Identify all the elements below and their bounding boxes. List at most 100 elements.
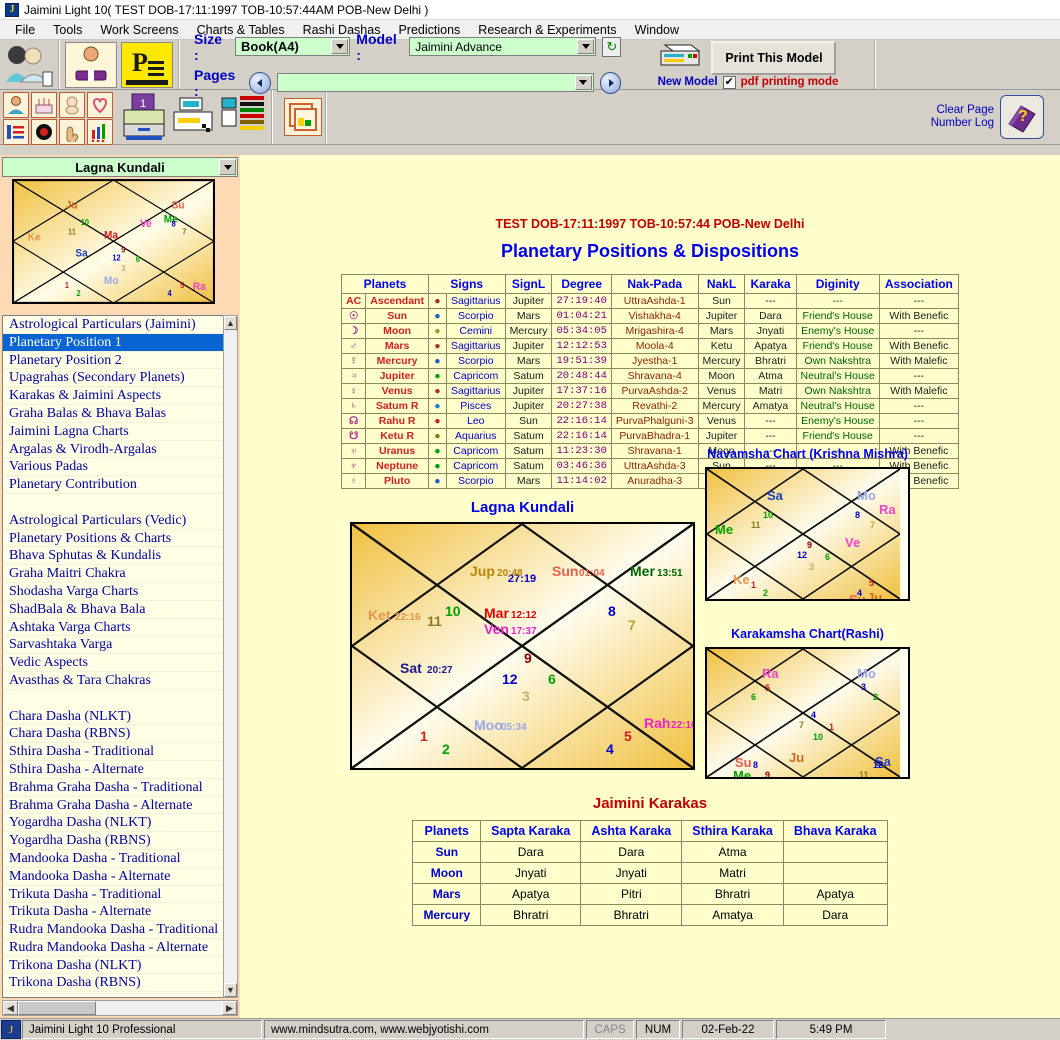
sidebar-item-argalas-virodh-argalas[interactable]: Argalas & Virodh-Argalas [3, 441, 237, 459]
page-layout-icon[interactable] [284, 98, 322, 136]
scroll-down-icon[interactable]: ▼ [224, 983, 237, 997]
sidebar-item-chara-dasha-nlkt[interactable]: Chara Dasha (NLKT) [3, 708, 237, 726]
clear-page-number-log-button[interactable]: Clear Page Number Log [931, 104, 994, 130]
refresh-model-icon[interactable]: ↻ [602, 36, 622, 57]
size-select[interactable]: Book(A4) [235, 37, 351, 56]
zodiac-sign-icon: ● [427, 293, 447, 309]
model-select[interactable]: Jaimini Advance [409, 37, 597, 56]
scroll-up-icon[interactable]: ▲ [224, 316, 237, 330]
sidebar-item-astrological-particulars-vedic[interactable]: Astrological Particulars (Vedic) [3, 512, 237, 530]
sidebar-item-sthira-dasha-traditional[interactable]: Sthira Dasha - Traditional [3, 743, 237, 761]
chevron-down-icon[interactable] [331, 39, 349, 54]
mini-lagna-kundali-chart[interactable]: Ju Su Me Ve Ma Ke Sa Mo Ra 10 11 8 7 9 12 6 3 1 2 5 4 [11, 179, 216, 304]
sidebar-item-planetary-position-1[interactable]: Planetary Position 1 [3, 333, 237, 352]
eye-target-icon[interactable] [31, 119, 57, 145]
dignity-value: Neutral's House [795, 368, 880, 384]
menu-item-file[interactable]: File [6, 21, 44, 39]
chart-house-number: 5 [765, 683, 770, 693]
sign-lord: Satum [504, 458, 553, 474]
sidebar-item-sthira-dasha-alternate[interactable]: Sthira Dasha - Alternate [3, 761, 237, 779]
printer-icon[interactable] [659, 41, 705, 74]
two-people-icon[interactable] [3, 42, 55, 88]
mini-chart-planet: Ju [66, 200, 78, 211]
scroll-left-icon[interactable]: ◀ [3, 1001, 18, 1015]
sidebar-item-trikuta-dasha-alternate[interactable]: Trikuta Dasha - Alternate [3, 903, 237, 922]
sidebar-item-astrological-particulars-jaimini[interactable]: Astrological Particulars (Jaimini) [3, 316, 237, 334]
sidebar-item-karakas-jaimini-aspects[interactable]: Karakas & Jaimini Aspects [3, 387, 237, 405]
sidebar-item-shadbala-bhava-bala[interactable]: ShadBala & Bhava Bala [3, 601, 237, 619]
heart-health-icon[interactable] [87, 92, 113, 118]
sidebar-item-rudra-mandooka-dasha-alternate[interactable]: Rudra Mandooka Dasha - Alternate [3, 939, 237, 957]
birthday-cake-icon[interactable] [31, 92, 57, 118]
printer-color-icon[interactable]: 1 [120, 92, 168, 145]
sidebar-item-upagrahas-secondary-planets[interactable]: Upagrahas (Secondary Planets) [3, 369, 237, 388]
ashta-karaka-value: Bhratri [580, 904, 683, 926]
help-book-icon[interactable]: ? [1000, 95, 1044, 139]
sidebar-item-brahma-graha-dasha-traditional[interactable]: Brahma Graha Dasha - Traditional [3, 779, 237, 797]
chart-type-select[interactable]: Lagna Kundali [2, 157, 238, 177]
professional-p-icon[interactable]: P [121, 41, 173, 88]
sidebar-item-mandooka-dasha-alternate[interactable]: Mandooka Dasha - Alternate [3, 868, 237, 886]
sidebar-item-trikona-dasha-rbns[interactable]: Trikona Dasha (RBNS) [3, 974, 237, 993]
column-header: Bhava Karaka [782, 820, 888, 842]
person-icon[interactable] [3, 92, 29, 118]
pdf-printing-mode-checkbox[interactable] [722, 75, 736, 89]
pages-select[interactable] [277, 73, 594, 92]
sidebar-item-rudra-mandooka-dasha-traditional[interactable]: Rudra Mandooka Dasha - Traditional [3, 921, 237, 939]
sidebar-item-chara-dasha-rbns[interactable]: Chara Dasha (RBNS) [3, 725, 237, 744]
chevron-down-icon[interactable] [219, 159, 236, 175]
sidebar-item-avasthas-tara-chakras[interactable]: Avasthas & Tara Chakras [3, 672, 237, 690]
reader-icon[interactable] [65, 41, 117, 88]
sidebar-item-jaimini-lagna-charts[interactable]: Jaimini Lagna Charts [3, 423, 237, 441]
scroll-right-icon[interactable]: ▶ [222, 1001, 237, 1015]
size-select-value: Book(A4) [241, 39, 299, 54]
nakshatra-pada: PurvaPhalguni-3 [610, 413, 699, 429]
sidebar-item-various-padas[interactable]: Various Padas [3, 458, 237, 477]
sidebar-item-bhava-sphutas-kundalis[interactable]: Bhava Sphutas & Kundalis [3, 547, 237, 566]
sidebar-vertical-scrollbar[interactable]: ▲ ▼ [223, 315, 238, 998]
report-list[interactable]: Astrological Particulars (Jaimini) Planet… [2, 315, 238, 998]
menu-item-work-screens[interactable]: Work Screens [91, 21, 187, 39]
clear-log-line-1: Clear Page [936, 104, 994, 116]
sidebar-item-planetary-position-2[interactable]: Planetary Position 2 [3, 352, 237, 370]
bar-chart-icon[interactable] [87, 119, 113, 145]
baby-icon[interactable] [59, 92, 85, 118]
fax-printer-icon[interactable] [172, 92, 216, 143]
karakamsha-chart[interactable]: RaMoJuSuSaMeMaVeKe 563247110891211 [705, 647, 910, 779]
sidebar-item-sarvashtaka-varga[interactable]: Sarvashtaka Varga [3, 636, 237, 655]
ashta-karaka-value: Jnyati [580, 862, 683, 884]
sidebar-item-vedic-aspects[interactable]: Vedic Aspects [3, 654, 237, 672]
sidebar-item-mandooka-dasha-traditional[interactable]: Mandooka Dasha - Traditional [3, 850, 237, 868]
toolbar-filler [876, 40, 1060, 89]
planet-name: Satum R [365, 398, 429, 414]
sidebar-item-yogardha-dasha-rbns[interactable]: Yogardha Dasha (RBNS) [3, 832, 237, 850]
sidebar-item-yogardha-dasha-nlkt[interactable]: Yogardha Dasha (NLKT) [3, 814, 237, 833]
sidebar-item-brahma-graha-dasha-alternate[interactable]: Brahma Graha Dasha - Alternate [3, 797, 237, 815]
new-model-label[interactable]: New Model [658, 76, 718, 88]
pdf-printing-mode-label: pdf printing mode [740, 76, 839, 88]
list-report-icon[interactable] [3, 119, 29, 145]
zodiac-sign-icon: ● [427, 308, 447, 324]
navamsha-chart[interactable]: SaMoRaMeVeKeSuJuMa 101187912631254 [705, 467, 910, 601]
sidebar-item-shodasha-varga-charts[interactable]: Shodasha Varga Charts [3, 583, 237, 601]
hand-palmistry-icon[interactable] [59, 119, 85, 145]
planet-name: Jupiter [365, 368, 429, 384]
lagna-kundali-chart[interactable]: 27:19 Jup 20:48 Sun 01:04 Mer 13:51 Ket 22:16 Ma… [350, 522, 695, 770]
sidebar-item-trikona-dasha-nlkt[interactable]: Trikona Dasha (NLKT) [3, 957, 237, 975]
print-this-model-button[interactable]: Print This Model [711, 40, 837, 75]
color-bars-printer-icon[interactable] [220, 92, 268, 143]
planet-name: Mars [365, 338, 429, 354]
sidebar-horizontal-scrollbar[interactable]: ◀ ▶ [2, 1000, 238, 1016]
sidebar-item-graha-maitri-chakra[interactable]: Graha Maitri Chakra [3, 565, 237, 583]
menu-item-tools[interactable]: Tools [44, 21, 91, 39]
sidebar-item-planetary-contribution[interactable]: Planetary Contribution [3, 476, 237, 494]
sidebar-item-planetary-positions-charts[interactable]: Planetary Positions & Charts [3, 530, 237, 548]
degree-value: 11:23:30 [551, 443, 612, 459]
sidebar-item-ashtaka-varga-charts[interactable]: Ashtaka Varga Charts [3, 619, 237, 637]
hscroll-thumb[interactable] [18, 1001, 96, 1015]
menu-item-window[interactable]: Window [626, 21, 688, 39]
sidebar-item-graha-balas-bhava-balas[interactable]: Graha Balas & Bhava Balas [3, 405, 237, 423]
chevron-down-icon[interactable] [577, 39, 595, 54]
sidebar-item-trikuta-dasha-traditional[interactable]: Trikuta Dasha - Traditional [3, 886, 237, 904]
chevron-down-icon[interactable] [574, 75, 592, 90]
